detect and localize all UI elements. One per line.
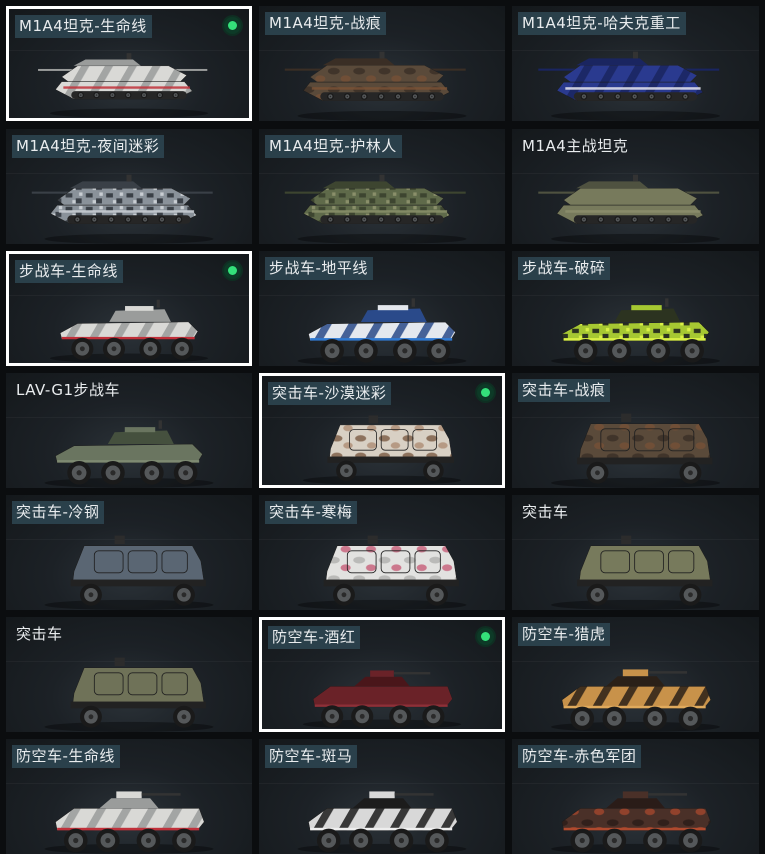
vehicle-image xyxy=(302,415,462,485)
skin-name: M1A4坦克-哈夫克重工 xyxy=(518,12,686,35)
skin-name: 突击车 xyxy=(16,625,63,643)
skin-card[interactable]: 突击车-战痕 xyxy=(512,373,759,488)
skin-card[interactable]: M1A4坦克-战痕 xyxy=(259,6,505,121)
equipped-indicator-icon xyxy=(224,17,241,34)
skin-name: 防空车-生命线 xyxy=(12,745,120,768)
vehicle-image xyxy=(44,420,214,488)
skin-card[interactable]: LAV-G1步战车 xyxy=(6,373,252,488)
skin-card[interactable]: M1A4主战坦克 xyxy=(512,129,759,244)
skin-grid: M1A4坦克-生命线 M1A4坦克-战痕 M1A4坦克-哈夫克重工 M1A4坦克… xyxy=(0,0,765,854)
skin-name: 突击车-冷钢 xyxy=(12,501,105,524)
vehicle-image xyxy=(550,791,721,854)
skin-name: 步战车-生命线 xyxy=(15,260,123,283)
skin-name: 突击车-沙漠迷彩 xyxy=(268,382,392,405)
skin-name: 突击车 xyxy=(522,503,569,521)
skin-card[interactable]: 防空车-生命线 xyxy=(6,739,252,854)
vehicle-image xyxy=(550,298,721,366)
skin-card[interactable]: 防空车-斑马 xyxy=(259,739,505,854)
vehicle-image xyxy=(297,535,467,610)
skin-name: 步战车-地平线 xyxy=(265,257,373,280)
equipped-indicator-icon xyxy=(477,628,494,645)
skin-card[interactable]: M1A4坦克-生命线 xyxy=(6,6,252,121)
skin-name: 突击车-战痕 xyxy=(518,379,611,402)
vehicle-image xyxy=(44,657,214,732)
skin-name: 防空车-酒红 xyxy=(268,626,361,649)
skin-card[interactable]: 突击车-寒梅 xyxy=(259,495,505,610)
vehicle-image xyxy=(297,791,467,854)
skin-name: M1A4坦克-战痕 xyxy=(265,12,387,35)
skin-card[interactable]: 突击车-沙漠迷彩 xyxy=(259,373,505,488)
skin-name: M1A4坦克-护林人 xyxy=(265,135,402,158)
vehicle-image xyxy=(44,535,214,610)
skin-card[interactable]: M1A4坦克-夜间迷彩 xyxy=(6,129,252,244)
skin-card[interactable]: 防空车-酒红 xyxy=(259,617,505,732)
skin-name: 防空车-赤色军团 xyxy=(518,745,642,768)
equipped-indicator-icon xyxy=(477,384,494,401)
vehicle-image xyxy=(38,53,209,118)
vehicle-image xyxy=(44,791,214,854)
skin-card[interactable]: 防空车-赤色军团 xyxy=(512,739,759,854)
vehicle-image xyxy=(538,51,721,121)
skin-card[interactable]: 步战车-地平线 xyxy=(259,251,505,366)
skin-card[interactable]: M1A4坦克-护林人 xyxy=(259,129,505,244)
skin-card[interactable]: 突击车 xyxy=(6,617,252,732)
vehicle-image xyxy=(31,174,214,244)
skin-name: LAV-G1步战车 xyxy=(16,381,121,399)
skin-card[interactable]: 防空车-猎虎 xyxy=(512,617,759,732)
vehicle-image xyxy=(550,669,721,732)
skin-name: 防空车-猎虎 xyxy=(518,623,611,646)
skin-name: 突击车-寒梅 xyxy=(265,501,358,524)
vehicle-image xyxy=(550,413,721,488)
vehicle-image xyxy=(284,51,467,121)
equipped-indicator-icon xyxy=(224,262,241,279)
skin-card[interactable]: 突击车 xyxy=(512,495,759,610)
skin-card[interactable]: 步战车-生命线 xyxy=(6,251,252,366)
skin-card[interactable]: 突击车-冷钢 xyxy=(6,495,252,610)
vehicle-image xyxy=(297,298,467,366)
skin-card[interactable]: 步战车-破碎 xyxy=(512,251,759,366)
vehicle-image xyxy=(284,174,467,244)
skin-name: M1A4坦克-夜间迷彩 xyxy=(12,135,165,158)
vehicle-image xyxy=(538,174,721,244)
skin-name: 防空车-斑马 xyxy=(265,745,358,768)
skin-name: M1A4坦克-生命线 xyxy=(15,15,152,38)
vehicle-image xyxy=(550,535,721,610)
vehicle-image xyxy=(302,670,462,729)
skin-name: 步战车-破碎 xyxy=(518,257,611,280)
vehicle-image xyxy=(49,299,209,363)
skin-name: M1A4主战坦克 xyxy=(522,137,629,155)
skin-card[interactable]: M1A4坦克-哈夫克重工 xyxy=(512,6,759,121)
